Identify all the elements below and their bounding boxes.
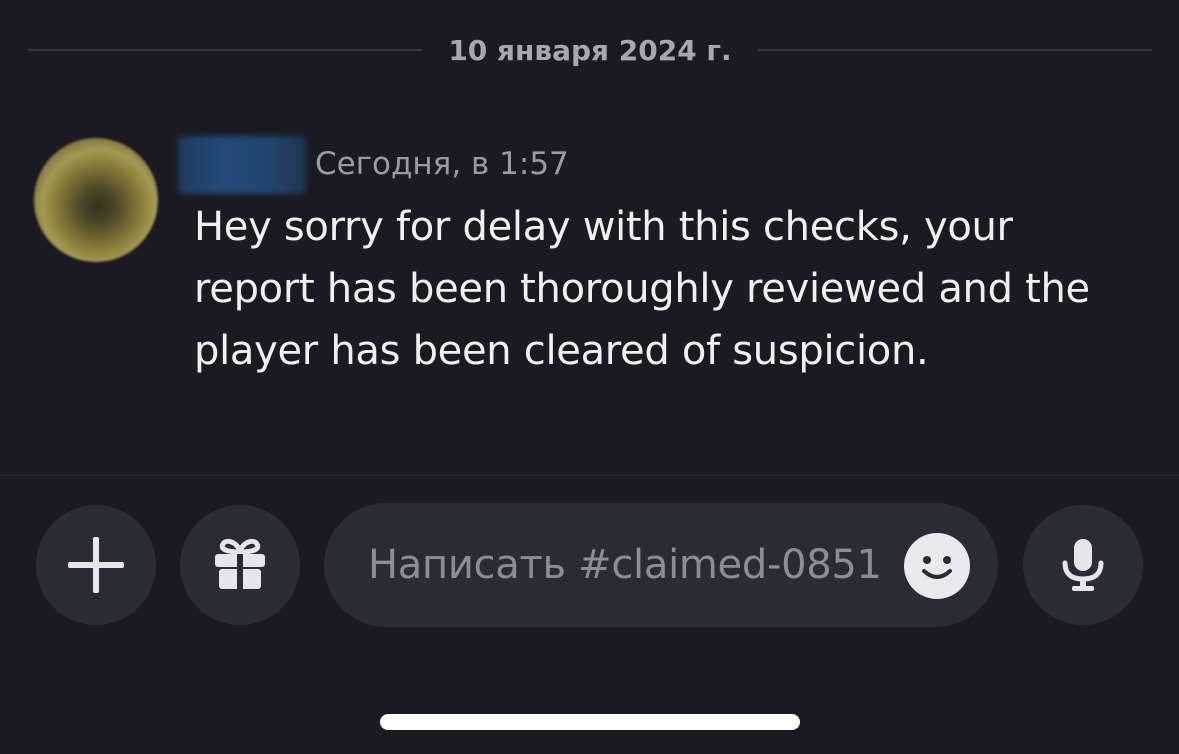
message-input-placeholder: Написать #claimed-0851 (368, 542, 882, 588)
username-redacted[interactable] (178, 136, 306, 194)
composer-separator (0, 474, 1179, 476)
message-line: report has been thoroughly reviewed and … (194, 266, 1090, 312)
message-timestamp: Сегодня, в 1:57 (315, 146, 569, 182)
chat-screen: 10 января 2024 г. Сегодня, в 1:57 Hey so… (0, 0, 1179, 754)
message-body[interactable]: Hey sorry for delay with this checks, yo… (194, 196, 1154, 382)
divider-line-right (757, 49, 1152, 51)
emoji-icon (922, 556, 952, 579)
message-line: Hey sorry for delay with this checks, yo… (194, 204, 1013, 250)
add-attachment-button[interactable] (36, 505, 156, 625)
gift-icon (215, 538, 265, 589)
emoji-button[interactable] (904, 533, 970, 599)
gift-button[interactable] (180, 505, 300, 625)
voice-message-button[interactable] (1023, 505, 1143, 625)
divider-line-left (28, 49, 423, 51)
microphone-icon (1062, 539, 1104, 591)
message-input[interactable]: Написать #claimed-0851 (324, 503, 998, 627)
plus-icon (68, 537, 124, 593)
home-indicator[interactable] (380, 714, 800, 730)
message-line: player has been cleared of suspicion. (194, 328, 929, 374)
date-divider-label: 10 января 2024 г. (448, 33, 732, 67)
date-divider: 10 января 2024 г. (28, 28, 1152, 72)
avatar[interactable] (34, 138, 158, 262)
